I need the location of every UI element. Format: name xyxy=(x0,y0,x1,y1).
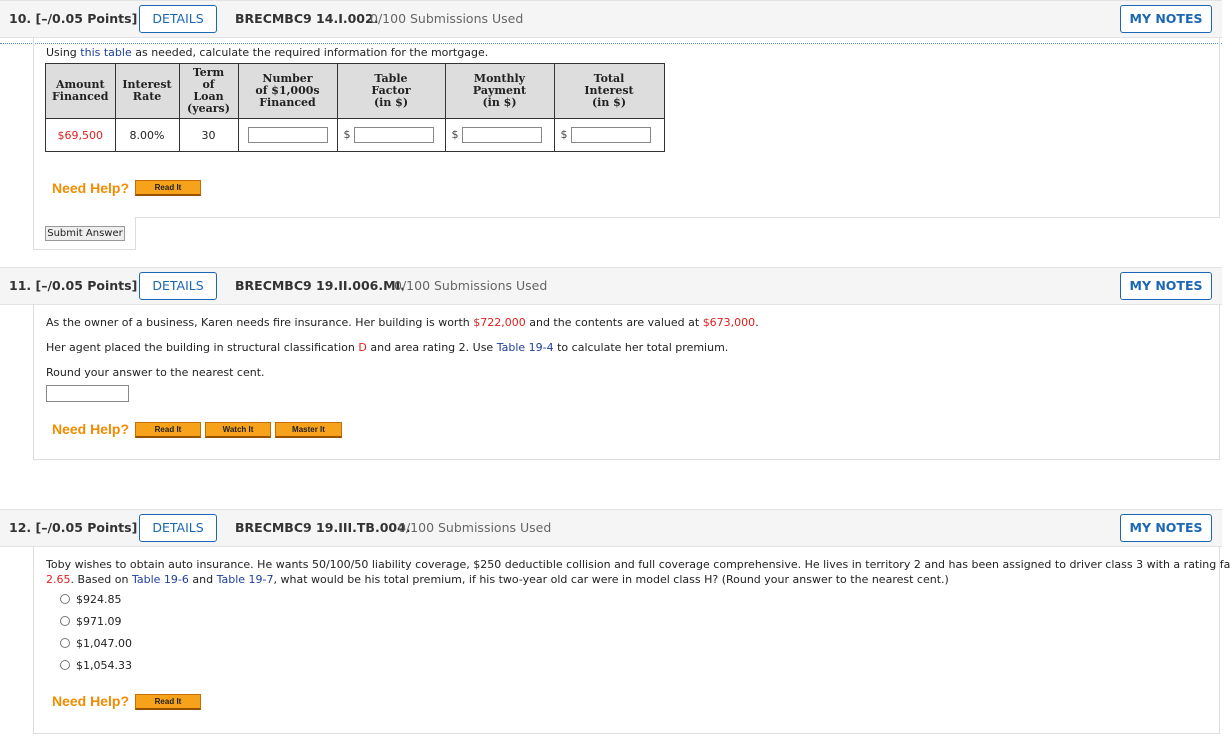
question-number: 10. [–/0.05 Points] xyxy=(9,11,138,26)
submit-answer-button[interactable]: Submit Answer xyxy=(45,226,125,241)
answer-option[interactable]: $1,054.33 xyxy=(60,659,132,672)
details-button[interactable]: DETAILS xyxy=(139,272,217,300)
table-factor-input[interactable] xyxy=(353,127,434,143)
my-notes-button[interactable]: MY NOTES xyxy=(1120,5,1212,33)
header-number-financed: Number of $1,000s Financed xyxy=(237,63,338,119)
submissions-used: 0/100 Submissions Used xyxy=(394,278,548,293)
question-code: BRECMBC9 19.III.TB.004. xyxy=(235,520,411,535)
my-notes-button[interactable]: MY NOTES xyxy=(1120,514,1212,542)
read-it-button[interactable]: Read It xyxy=(135,180,201,196)
question-code: BRECMBC9 19.II.006.MI. xyxy=(235,278,405,293)
table-19-7-link[interactable]: Table 19-7 xyxy=(217,573,274,586)
term-value: 30 xyxy=(178,118,239,152)
header-amount-financed: Amount Financed xyxy=(45,63,116,119)
question-code: BRECMBC9 14.I.002. xyxy=(235,11,379,26)
monthly-payment-input[interactable] xyxy=(461,127,542,143)
header-interest-rate: Interest Rate xyxy=(114,63,180,119)
answer-option[interactable]: $1,047.00 xyxy=(60,637,132,650)
radio-button[interactable] xyxy=(60,660,70,670)
radio-button[interactable] xyxy=(60,616,70,626)
question-11-line-2: Her agent placed the building in structu… xyxy=(46,341,729,354)
submit-tab: Submit Answer xyxy=(33,217,136,250)
header-table-factor: Table Factor (in $) xyxy=(336,63,446,119)
need-help-label: Need Help? xyxy=(52,180,130,196)
number-financed-input[interactable] xyxy=(247,127,328,143)
table-factor-cell: $ xyxy=(336,118,446,152)
question-11-header: 11. [–/0.05 Points] DETAILS BRECMBC9 19.… xyxy=(0,267,1222,305)
question-12-body: Toby wishes to obtain auto insurance. He… xyxy=(33,546,1230,734)
my-notes-button[interactable]: MY NOTES xyxy=(1120,272,1212,300)
mortgage-table: Amount Financed Interest Rate Term of Loan(… xyxy=(45,63,665,152)
interest-rate-value: 8.00% xyxy=(114,118,180,152)
number-financed-cell xyxy=(237,118,338,152)
question-number: 12. [–/0.05 Points] xyxy=(9,520,138,535)
radio-button[interactable] xyxy=(60,594,70,604)
answer-option[interactable]: $971.09 xyxy=(60,615,122,628)
total-interest-input[interactable] xyxy=(570,127,651,143)
this-table-link[interactable]: this table xyxy=(80,46,131,59)
question-10-intro: Using this table as needed, calculate th… xyxy=(46,46,489,59)
table-19-6-link[interactable]: Table 19-6 xyxy=(132,573,189,586)
question-12-header: 12. [–/0.05 Points] DETAILS BRECMBC9 19.… xyxy=(0,509,1222,547)
question-number: 11. [–/0.05 Points] xyxy=(9,278,138,293)
question-11-body: As the owner of a business, Karen needs … xyxy=(33,304,1220,460)
monthly-payment-cell: $ xyxy=(444,118,555,152)
premium-answer-input[interactable] xyxy=(46,385,129,402)
submissions-used: 0/100 Submissions Used xyxy=(370,11,524,26)
details-button[interactable]: DETAILS xyxy=(139,514,217,542)
submissions-used: 0/100 Submissions Used xyxy=(398,520,552,535)
header-monthly-payment: Monthly Payment (in $) xyxy=(444,63,555,119)
need-help-label: Need Help? xyxy=(52,693,130,709)
question-11-line-3: Round your answer to the nearest cent. xyxy=(46,366,265,379)
read-it-button[interactable]: Read It xyxy=(135,422,201,438)
question-11-line-1: As the owner of a business, Karen needs … xyxy=(46,316,759,329)
question-10-header: 10. [–/0.05 Points] DETAILS BRECMBC9 14.… xyxy=(0,0,1222,38)
master-it-button[interactable]: Master It xyxy=(275,422,342,438)
answer-option[interactable]: $924.85 xyxy=(60,593,122,606)
question-10-body: Using this table as needed, calculate th… xyxy=(33,37,1220,218)
question-12-line-2: 2.65. Based on Table 19-6 and Table 19-7… xyxy=(46,573,949,586)
radio-button[interactable] xyxy=(60,638,70,648)
header-total-interest: Total Interest (in $) xyxy=(553,63,665,119)
total-interest-cell: $ xyxy=(553,118,665,152)
need-help-label: Need Help? xyxy=(52,421,130,437)
header-term: Term of Loan (years) xyxy=(178,63,239,119)
read-it-button[interactable]: Read It xyxy=(135,694,201,710)
details-button[interactable]: DETAILS xyxy=(139,5,217,33)
amount-financed-value: $69,500 xyxy=(45,118,116,152)
watch-it-button[interactable]: Watch It xyxy=(205,422,271,438)
question-12-line-1: Toby wishes to obtain auto insurance. He… xyxy=(46,558,1230,571)
table-19-4-link[interactable]: Table 19-4 xyxy=(497,341,554,354)
